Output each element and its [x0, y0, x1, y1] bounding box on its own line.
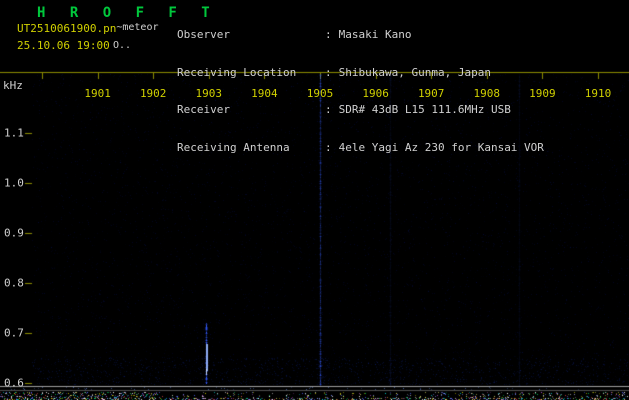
- y-tick-label: 1.0: [4, 177, 24, 190]
- y-tick-label: 0.8: [4, 277, 24, 290]
- info-label-location: Receiving Location: [177, 67, 325, 80]
- info-label-observer: Observer: [177, 29, 325, 42]
- x-tick-label: 1905: [307, 87, 334, 100]
- info-colon: :: [325, 67, 332, 80]
- hrofft-screen: H R O F F T UT2510061900.pn~meteor 25.10…: [0, 0, 629, 400]
- info-value-observer: Masaki Kano: [339, 29, 412, 42]
- x-tick-label: 1907: [418, 87, 445, 100]
- info-value-location: Shibukawa, Gunma, Japan: [339, 67, 491, 80]
- x-axis-labels: 1901 1902 1903 1904 1905 1906 1907 1908 1909 1910: [0, 87, 629, 100]
- y-tick-label: 1.1: [4, 127, 24, 140]
- x-tick-label: 1906: [362, 87, 389, 100]
- info-row-location: Receiving Location: Shibukawa, Gunma, Jap…: [177, 67, 544, 80]
- info-row-antenna: Receiving Antenna:4ele Yagi Az 230 for K…: [177, 142, 544, 155]
- filename-text: UT2510061900.pn: [17, 22, 116, 35]
- info-value-antenna: 4ele Yagi Az 230 for Kansai VOR: [339, 142, 544, 155]
- info-value-receiver: SDR# 43dB L15 111.6MHz USB: [339, 104, 511, 117]
- y-tick-label: 0.6: [4, 377, 24, 390]
- y-axis-labels: 1.1 1.0 0.9 0.8 0.7 0.6: [0, 0, 30, 400]
- x-tick-label: 1902: [140, 87, 167, 100]
- info-colon: :: [325, 29, 332, 42]
- x-tick-label: 1904: [251, 87, 278, 100]
- info-label-receiver: Receiver: [177, 104, 325, 117]
- info-label-antenna: Receiving Antenna: [177, 142, 325, 155]
- datetime-suffix: O..: [113, 40, 131, 51]
- x-tick-label: 1901: [84, 87, 111, 100]
- info-row-observer: Observer: Masaki Kano: [177, 29, 544, 42]
- x-tick-label: 1909: [529, 87, 556, 100]
- filename-label: UT2510061900.pn~meteor: [17, 22, 159, 35]
- x-tick-label: 1910: [585, 87, 612, 100]
- x-tick-label: 1903: [196, 87, 223, 100]
- info-colon: :: [325, 142, 332, 155]
- datetime-label: 25.10.06 19:00: [17, 39, 110, 52]
- filename-suffix: ~meteor: [116, 22, 158, 33]
- info-row-receiver: Receiver: SDR# 43dB L15 111.6MHz USB: [177, 104, 544, 117]
- y-tick-label: 0.7: [4, 327, 24, 340]
- info-colon: :: [325, 104, 332, 117]
- x-tick-label: 1908: [474, 87, 501, 100]
- y-tick-label: 0.9: [4, 227, 24, 240]
